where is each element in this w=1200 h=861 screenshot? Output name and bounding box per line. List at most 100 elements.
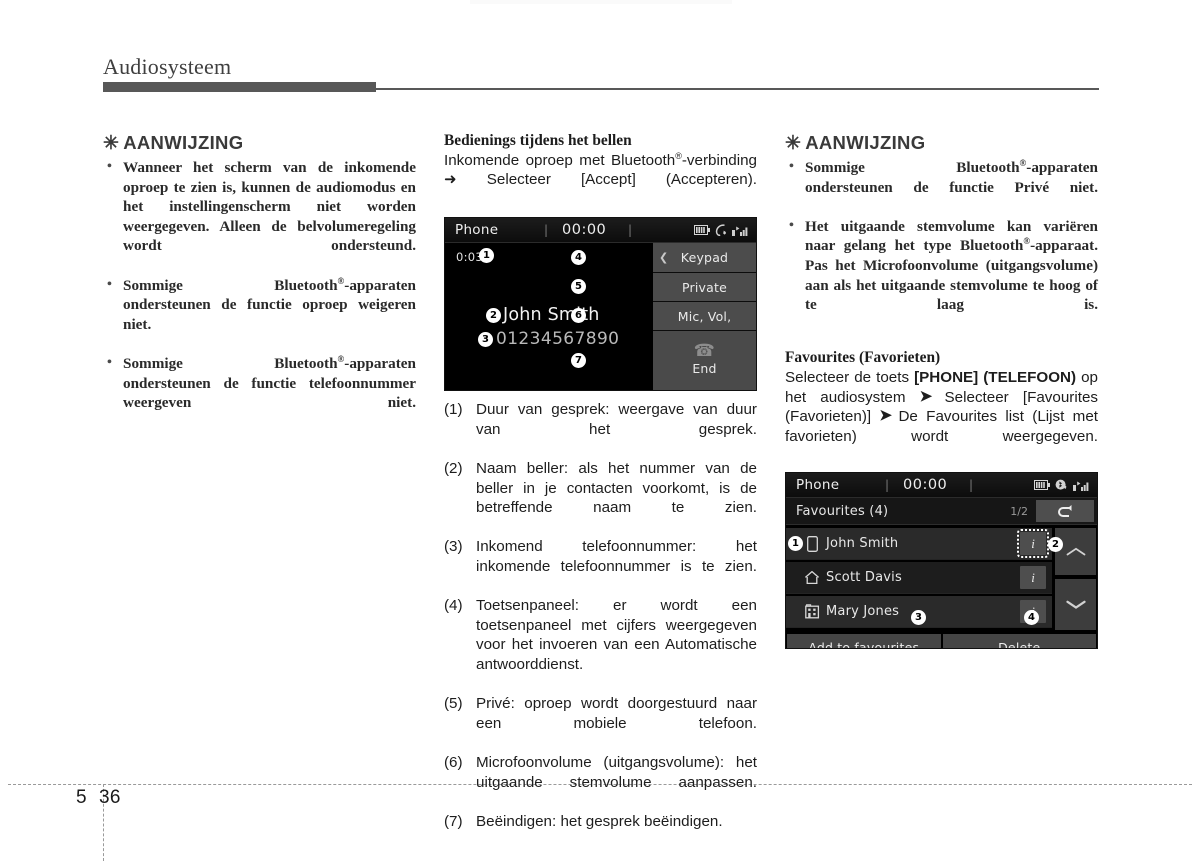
legend-text: Toetsenpaneel: er wordt een toetsenpanee… — [476, 597, 757, 673]
legend-text: Beëindigen: het gesprek beëindigen. — [476, 812, 723, 830]
private-button[interactable]: Private — [653, 273, 756, 303]
info-icon: i — [1031, 535, 1035, 551]
favourites-title-bar: Favourites (4) 1/2 — [786, 498, 1097, 526]
scroll-up-button[interactable] — [1055, 528, 1096, 576]
legend-number: (5) — [444, 695, 463, 713]
call-status-clock: 00:00 — [562, 222, 607, 239]
hangup-handset-icon: ☎ — [693, 340, 716, 361]
bluetooth-phone-icon — [715, 224, 727, 237]
footer-chapter-number: 5 — [76, 787, 87, 808]
back-arrow-icon — [1058, 505, 1072, 518]
info-button[interactable]: i — [1017, 529, 1049, 559]
add-to-favourites-label: Add to favourites — [808, 639, 920, 650]
legend-item: (2) Naam beller: als het nummer van de b… — [444, 459, 757, 537]
favourites-paragraph: Selecteer de toets [PHONE] (TELEFOON) op… — [785, 368, 1098, 465]
legend-number: (1) — [444, 401, 463, 419]
phone-key-label: [PHONE] (TELEFOON) — [914, 369, 1077, 387]
callout-marker-2: 2 — [486, 308, 501, 324]
back-button[interactable] — [1036, 500, 1094, 523]
asterisk-icon: ✳ — [785, 133, 802, 154]
legend-item: (7) Beëindigen: het gesprek beëindigen. — [444, 812, 757, 832]
fav-status-icons — [1034, 479, 1089, 491]
favourites-row-name: Mary Jones — [826, 604, 900, 620]
column-right: ✳AANWIJZING Sommige Bluetooth®-apparaten… — [785, 132, 1098, 650]
legend-number: (2) — [444, 460, 463, 477]
info-button[interactable]: i — [1020, 566, 1046, 590]
favourites-sub-heading: Favourites (Favorieten) — [785, 349, 941, 367]
favourites-list: 1 John Smith i 2 Scott Davis i Mary Jone… — [786, 525, 1097, 634]
call-screen-image: Phone | 00:00 | 0:03 1 2 John Smith 3 01… — [444, 217, 757, 392]
chevron-up-icon — [1066, 548, 1085, 556]
delete-label: Delete — [998, 639, 1041, 650]
legend-text: Duur van gesprek: weergave van duur van … — [476, 401, 757, 438]
chevron-down-icon — [1065, 601, 1086, 610]
favourites-footer: Add to favourites Delete — [786, 633, 1097, 649]
mic-volume-button[interactable]: Mic, Vol, — [653, 302, 756, 332]
callout-marker-4: 4 — [571, 250, 586, 266]
footer-page-number: 36 — [98, 787, 121, 808]
arrow-right-icon: ➤ — [919, 387, 933, 405]
callout-marker-1: 1 — [479, 248, 494, 264]
note-bullet: Het uitgaande stemvolume kan variëren na… — [785, 216, 1098, 335]
arrow-right-icon: ➤ — [879, 407, 892, 425]
call-status-bar: Phone | 00:00 | — [445, 218, 756, 244]
legend-number: (4) — [444, 597, 463, 615]
legend-item: (3) Inkomend telefoonnummer: het inkomen… — [444, 537, 757, 596]
legend-item: (1) Duur van gesprek: weergave van duur … — [444, 400, 757, 459]
header-rule-thin — [376, 88, 1099, 90]
column-left: ✳AANWIJZING Wanneer het scherm van de in… — [103, 132, 416, 432]
middle-intro-paragraph: Inkomende oproep met Bluetooth®-verbindi… — [444, 150, 757, 189]
signal-bars-icon — [1073, 481, 1089, 491]
note-heading-left-label: AANWIJZING — [123, 132, 244, 153]
private-button-label: Private — [682, 279, 727, 295]
status-separator: | — [544, 223, 549, 238]
mobile-phone-icon — [800, 535, 824, 552]
note-bullet: Wanneer het scherm van de inkomende opro… — [103, 157, 416, 276]
battery-icon — [694, 225, 710, 236]
legend-item: (6) Microfoonvolume (uitgangsvolume): he… — [444, 753, 757, 812]
office-building-icon — [800, 604, 824, 619]
legend-number: (7) — [444, 812, 463, 830]
add-to-favourites-button[interactable]: Add to favourites — [787, 634, 941, 649]
call-status-icons — [694, 224, 748, 237]
note-bullet: Sommige Bluetooth®-apparaten ondersteune… — [103, 275, 416, 354]
delete-button[interactable]: Delete — [942, 634, 1096, 650]
keypad-button-label: Keypad — [680, 250, 729, 266]
header-rule-thick — [103, 82, 376, 92]
home-icon — [800, 570, 824, 585]
column-middle: Bedienings tijdens het bellen Inkomende … — [444, 132, 757, 831]
fav-status-bar: Phone | 00:00 | — [786, 473, 1097, 499]
favourites-row-scott-davis[interactable]: Scott Davis i — [786, 562, 1052, 595]
end-call-button[interactable]: ☎ End — [653, 331, 756, 391]
status-separator: | — [885, 478, 890, 493]
fav-status-title: Phone — [796, 477, 840, 494]
favourites-row-name: Scott Davis — [826, 570, 902, 586]
callout-marker-3: 3 — [478, 332, 493, 348]
favourites-row-john-smith[interactable]: John Smith i — [786, 528, 1052, 561]
legend-text: Privé: oproep wordt doorgestuurd naar ee… — [476, 695, 757, 732]
bluetooth-phone-icon — [1055, 479, 1067, 490]
battery-icon — [1034, 480, 1050, 491]
mic-volume-button-label: Mic, Vol, — [677, 308, 732, 324]
call-screen-legend: (1) Duur van gesprek: weergave van duur … — [444, 400, 757, 831]
scroll-down-button[interactable] — [1055, 579, 1096, 631]
note-list-left: Wanneer het scherm van de inkomende opro… — [103, 157, 416, 432]
callout-marker-5: 5 — [571, 279, 586, 295]
legend-number: (6) — [444, 753, 463, 771]
keypad-button[interactable]: ❮ Keypad — [653, 243, 756, 274]
legend-text: Naam beller: als het nummer van de belle… — [476, 460, 757, 517]
call-status-title: Phone — [455, 222, 499, 239]
legend-number: (3) — [444, 538, 463, 556]
signal-bars-icon — [732, 226, 748, 236]
legend-item: (4) Toetsenpaneel: er wordt een toetsenp… — [444, 596, 757, 694]
note-heading-right: ✳ AANWIJZING — [785, 132, 1098, 155]
note-bullet: Sommige Bluetooth®-apparaten ondersteune… — [785, 157, 1098, 217]
info-icon: i — [1031, 569, 1035, 585]
end-call-button-label: End — [692, 360, 717, 376]
page-footer: 5 36 — [76, 787, 121, 809]
legend-text: Microfoonvolume (uitgangsvolume): het ui… — [476, 753, 757, 791]
note-heading-left: ✳ AANWIJZING — [103, 132, 416, 155]
note-bullet: Sommige Bluetooth®-apparaten ondersteune… — [103, 353, 416, 432]
chevron-left-icon: ❮ — [659, 251, 669, 265]
status-separator: | — [969, 478, 974, 493]
